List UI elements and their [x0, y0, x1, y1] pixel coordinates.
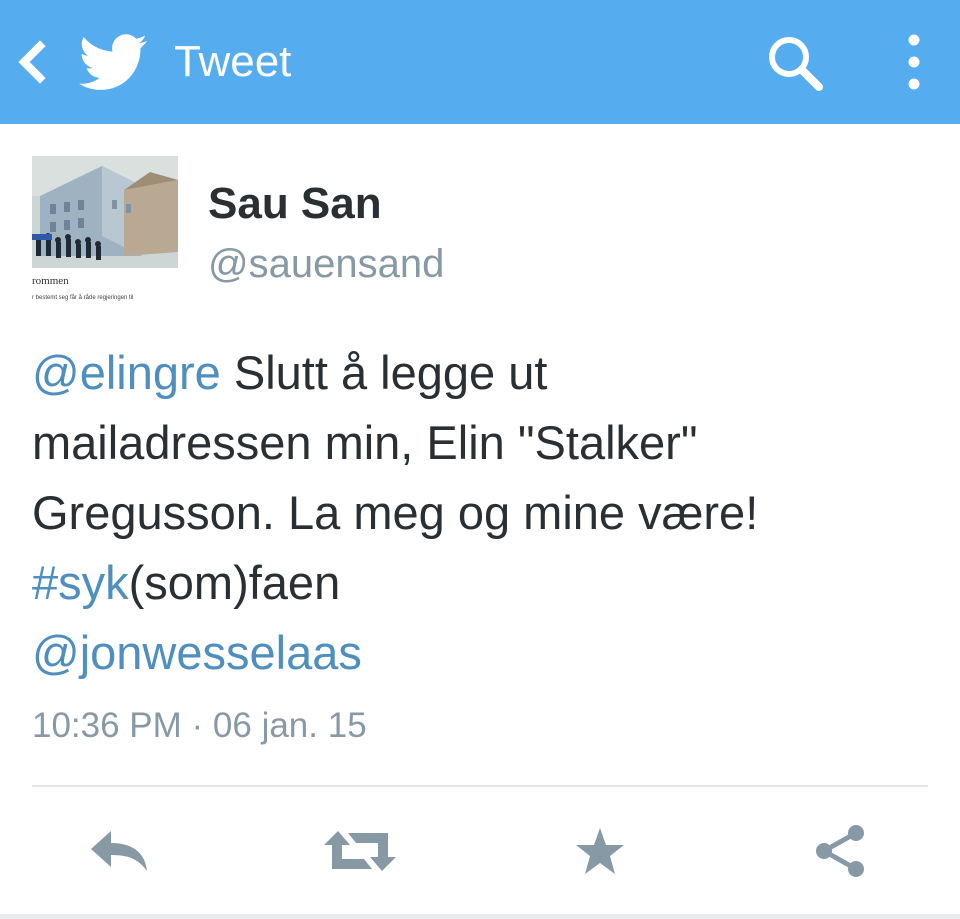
tweet-timestamp: 10:36 PM · 06 jan. 15: [32, 706, 367, 745]
reply-icon: [91, 831, 147, 871]
retweet-icon: [324, 831, 396, 871]
avatar-caption: rommen: [32, 275, 69, 287]
chevron-left-icon[interactable]: [14, 40, 54, 84]
avatar-image: rommen r bestemt seg får å råde regjerin…: [32, 156, 178, 306]
display-name[interactable]: Sau San: [208, 176, 382, 232]
tweet-text-segment: Slutt å legge ut: [220, 346, 548, 399]
more-vertical-icon[interactable]: [896, 30, 932, 94]
tweet-line: @elingre Slutt å legge ut: [32, 338, 932, 408]
twitter-bird-icon: [78, 34, 148, 92]
tweet-line: #syk(som)faen: [32, 548, 932, 618]
tweet-line: Gregusson. La meg og mine være!: [32, 486, 759, 539]
hashtag-link[interactable]: #syk: [32, 556, 129, 609]
retweet-button[interactable]: [324, 818, 396, 884]
mention-link[interactable]: @jonwesselaas: [32, 626, 362, 679]
mention-link[interactable]: @elingre: [32, 346, 221, 399]
reply-button[interactable]: [84, 818, 156, 884]
avatar[interactable]: rommen r bestemt seg får å råde regjerin…: [32, 156, 178, 306]
share-button[interactable]: [804, 818, 876, 884]
bottom-divider: [0, 914, 960, 919]
divider: [32, 785, 928, 787]
favorite-button[interactable]: [564, 818, 636, 884]
tweet-text: @elingre Slutt å legge ut mailadressen m…: [32, 338, 932, 688]
search-icon[interactable]: [764, 32, 826, 94]
top-app-bar: Tweet: [0, 0, 960, 124]
share-icon: [816, 825, 864, 877]
tweet-text-segment: (som)faen: [128, 556, 341, 609]
avatar-subcaption: r bestemt seg får å råde regjeringen til: [32, 294, 133, 301]
tweet-line: @jonwesselaas: [32, 618, 932, 688]
page-title: Tweet: [174, 37, 292, 86]
tweet-line: mailadressen min, Elin "Stalker": [32, 416, 698, 469]
star-icon: [576, 828, 624, 874]
user-handle[interactable]: @sauensand: [208, 238, 444, 290]
